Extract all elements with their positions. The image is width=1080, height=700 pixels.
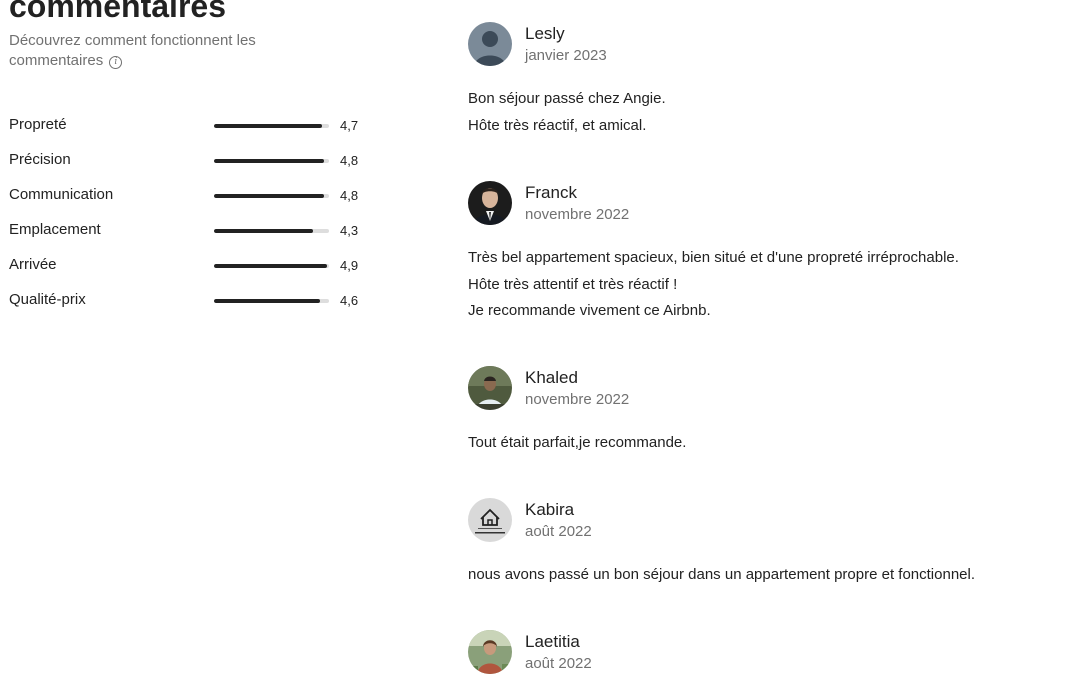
review-text: Très bel appartement spacieux, bien situ…	[468, 245, 1068, 325]
how-reviews-work-text[interactable]: Découvrez comment fonctionnent les comme…	[9, 32, 256, 69]
review-text: Bon séjour passé chez Angie. Hôte très r…	[468, 86, 1068, 139]
reviews-page: commentaires Découvrez comment fonctionn…	[0, 0, 1080, 700]
review-text-line: Bon séjour passé chez Angie.	[468, 90, 666, 107]
rating-row-proprete: Propreté 4,7	[9, 108, 379, 143]
review-text-line: Je recommande vivement ce Airbnb.	[468, 302, 711, 319]
reviewer-name[interactable]: Khaled	[525, 368, 578, 388]
review-date: janvier 2023	[525, 47, 607, 64]
rating-label: Emplacement	[9, 221, 101, 238]
review-text-line: Tout était parfait,je recommande.	[468, 434, 687, 451]
reviewer-name[interactable]: Kabira	[525, 500, 574, 520]
reviewer-name[interactable]: Franck	[525, 183, 577, 203]
rating-bar-fill	[214, 124, 323, 128]
rating-bar	[214, 229, 329, 233]
photo-avatar[interactable]	[468, 630, 512, 674]
how-reviews-work-link[interactable]: Découvrez comment fonctionnent les comme…	[9, 31, 309, 71]
review-date: août 2022	[525, 655, 592, 672]
rating-row-precision: Précision 4,8	[9, 143, 379, 178]
rating-label: Communication	[9, 186, 114, 203]
rating-value: 4,8	[340, 153, 359, 168]
review-text: Tout était parfait,je recommande.	[468, 430, 1068, 457]
rating-bar-fill	[214, 229, 313, 233]
rating-bar	[214, 159, 329, 163]
rating-value: 4,6	[340, 293, 359, 308]
rating-label: Arrivée	[9, 256, 57, 273]
rating-label: Qualité-prix	[9, 291, 86, 308]
rating-value: 4,8	[340, 188, 359, 203]
rating-row-arrivee: Arrivée 4,9	[9, 248, 379, 283]
reviewer-name[interactable]: Lesly	[525, 24, 565, 44]
rating-bar-fill	[214, 159, 325, 163]
review-date: août 2022	[525, 523, 592, 540]
rating-bar	[214, 124, 329, 128]
default-user-avatar[interactable]	[468, 22, 512, 66]
review-text-line: Très bel appartement spacieux, bien situ…	[468, 249, 959, 266]
review-text: nous avons passé un bon séjour dans un a…	[468, 562, 1068, 589]
rating-bar	[214, 264, 329, 268]
review-text-line: Hôte très réactif, et amical.	[468, 116, 647, 134]
rating-row-emplacement: Emplacement 4,3	[9, 213, 379, 248]
reviewer-name[interactable]: Laetitia	[525, 632, 580, 652]
rating-bar	[214, 194, 329, 198]
rating-label: Propreté	[9, 116, 67, 133]
rating-label: Précision	[9, 151, 71, 168]
rating-row-communication: Communication 4,8	[9, 178, 379, 213]
photo-avatar[interactable]	[468, 181, 512, 225]
rating-row-qualite-prix: Qualité-prix 4,6	[9, 283, 379, 318]
section-title: commentaires	[9, 0, 226, 24]
photo-avatar[interactable]	[468, 366, 512, 410]
rating-categories: Propreté 4,7 Précision 4,8 Communication…	[9, 108, 379, 318]
review-date: novembre 2022	[525, 206, 630, 223]
rating-bar-fill	[214, 299, 320, 303]
review-date: novembre 2022	[525, 391, 630, 408]
review-text-line: Hôte très attentif et très réactif !	[468, 275, 678, 293]
rating-bar-fill	[214, 194, 325, 198]
rating-value: 4,3	[340, 223, 359, 238]
rating-value: 4,7	[340, 118, 359, 133]
house-logo-avatar[interactable]	[468, 498, 512, 542]
review-text-line: nous avons passé un bon séjour dans un a…	[468, 566, 976, 583]
info-circle-icon[interactable]: i	[109, 56, 123, 69]
rating-bar-fill	[214, 264, 327, 268]
rating-bar	[214, 299, 329, 303]
rating-value: 4,9	[340, 258, 359, 273]
